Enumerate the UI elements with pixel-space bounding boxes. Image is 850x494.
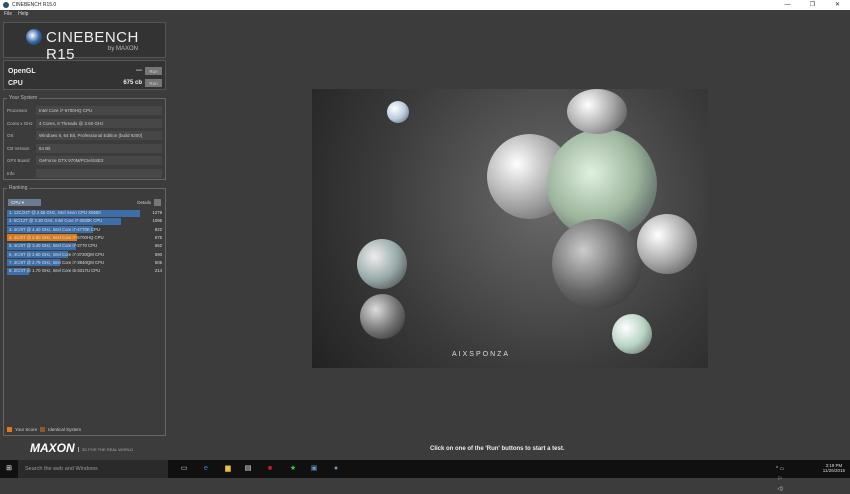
field-value: Windows 8, 64 Bit, Professional Edition … bbox=[36, 131, 162, 140]
system-field: Processor Intel Core i7-6700HQ CPU bbox=[7, 106, 162, 115]
footer: MAXON 3D FOR THE REAL WORLD Click on one… bbox=[30, 441, 565, 455]
field-label: OS bbox=[7, 133, 14, 138]
ranking-row[interactable]: 1. 12C/24T @ 2.66 GHz, Intel Xeon CPU X5… bbox=[7, 209, 162, 217]
your-system-section: Your System Processor Intel Core i7-6700H… bbox=[3, 95, 166, 180]
menu-help[interactable]: Help bbox=[18, 10, 28, 19]
opengl-run-button[interactable]: Run bbox=[145, 67, 162, 75]
details-toggle[interactable]: Details bbox=[137, 199, 161, 206]
status-text: Click on one of the 'Run' buttons to sta… bbox=[430, 446, 565, 452]
maxon-logo: MAXON bbox=[30, 441, 75, 455]
cpu-row: CPU 675 cb Run bbox=[8, 78, 162, 88]
taskbar-search[interactable]: Search the web and Windows bbox=[18, 460, 168, 478]
ranking-row[interactable]: 7. 4C/8T @ 2.79 GHz, Intel Core i7-3840Q… bbox=[7, 259, 162, 267]
app-green-icon[interactable]: ★ bbox=[288, 464, 298, 474]
field-value: 64 Bit bbox=[36, 143, 162, 153]
system-field: CB Version 64 Bit bbox=[7, 143, 162, 153]
field-value: Intel Core i7-6700HQ CPU bbox=[36, 106, 162, 115]
maximize-button[interactable]: ❐ bbox=[800, 0, 825, 10]
ranking-row[interactable]: 2. 6C/12T @ 3.30 GHz, Intel Core i7-3930… bbox=[7, 217, 162, 225]
menu-bar: File Help bbox=[0, 10, 850, 19]
cpu-score: 675 cb bbox=[123, 80, 142, 86]
ranking-label: 6. 4C/8T @ 2.60 GHz, Intel Core i7-3720Q… bbox=[9, 251, 105, 257]
ranking-dropdown[interactable]: CPU ▾ bbox=[8, 199, 41, 206]
window-title: CINEBENCH R15.0 bbox=[12, 2, 57, 8]
identical-system-swatch bbox=[40, 427, 46, 432]
ranking-label: 2. 6C/12T @ 3.30 GHz, Intel Core i7-3930… bbox=[9, 218, 103, 224]
cpu-run-button[interactable]: Run bbox=[145, 79, 162, 87]
logo-sphere-icon bbox=[26, 29, 42, 45]
ranking-row[interactable]: 3. 4C/8T @ 4.40 GHz, Intel Core i7-4770K… bbox=[7, 226, 162, 234]
clock[interactable]: 3:19 PM 11/26/2015 bbox=[823, 463, 845, 473]
ranking-label: 8. 2C/4T @ 1.70 GHz, Intel Core i5-3317U… bbox=[9, 268, 101, 274]
app-red-icon[interactable]: ■ bbox=[265, 464, 275, 474]
menu-file[interactable]: File bbox=[4, 10, 12, 19]
close-button[interactable]: ✕ bbox=[825, 0, 850, 10]
system-field: Cores x GHz 4 Cores, 8 Threads @ 2.60 GHz bbox=[7, 118, 162, 128]
field-value: 4 Cores, 8 Threads @ 2.60 GHz bbox=[36, 118, 162, 128]
ranking-score: 505 bbox=[154, 259, 162, 265]
opengl-row: OpenGL --- Run bbox=[8, 66, 162, 76]
field-label: Processor bbox=[7, 108, 28, 113]
ranking-label: 4. 4C/8T @ 2.60 GHz, Intel Core i7-6700H… bbox=[9, 234, 104, 240]
ranking-score: 590 bbox=[154, 251, 162, 257]
store-icon[interactable]: ▤ bbox=[243, 464, 253, 474]
ranking-score: 675 bbox=[154, 234, 162, 240]
edge-icon[interactable]: e bbox=[201, 464, 211, 474]
start-button-windows-icon[interactable]: ⊞ bbox=[4, 464, 14, 474]
details-button[interactable] bbox=[154, 199, 161, 206]
taskbar: ⊞ Search the web and Windows ▭ e ▆ ▤ ■ ★… bbox=[0, 460, 850, 492]
minimize-button[interactable]: — bbox=[775, 0, 800, 10]
task-view-icon[interactable]: ▭ bbox=[179, 464, 189, 474]
left-panel: CINEBENCH R15 by MAXON OpenGL --- Run CP… bbox=[3, 20, 166, 437]
aixsponza-logo: AIXSPONZA bbox=[452, 351, 511, 358]
ranking-score: 214 bbox=[154, 268, 162, 274]
field-value: GeForce GTX 970M/PCIe/SSE2 bbox=[36, 156, 162, 165]
ranking-label: 7. 4C/8T @ 2.79 GHz, Intel Core i7-3840Q… bbox=[9, 259, 105, 265]
field-value bbox=[36, 168, 162, 178]
ranking-row[interactable]: 5. 4C/8T @ 3.40 GHz, Intel Core i7-3770 … bbox=[7, 242, 162, 250]
ranking-score: 662 bbox=[154, 243, 162, 249]
field-label: Info bbox=[7, 170, 15, 176]
field-label: Cores x GHz bbox=[7, 120, 33, 126]
cinebench-taskbar-icon[interactable]: ● bbox=[331, 464, 341, 474]
app-icon bbox=[3, 2, 9, 8]
your-score-swatch bbox=[7, 427, 12, 432]
render-viewport: AIXSPONZA bbox=[312, 89, 708, 368]
ranking-label: 1. 12C/24T @ 2.66 GHz, Intel Xeon CPU X5… bbox=[9, 210, 101, 215]
file-explorer-icon[interactable]: ▆ bbox=[223, 464, 233, 474]
ranking-score: 1279 bbox=[152, 210, 162, 215]
system-field: OS Windows 8, 64 Bit, Professional Editio… bbox=[7, 131, 162, 140]
ranking-score: 1096 bbox=[152, 218, 162, 224]
ranking-row[interactable]: 4. 4C/8T @ 2.60 GHz, Intel Core i7-6700H… bbox=[7, 234, 162, 242]
tray-icons[interactable]: ^ ▭ ⚐ ◁) bbox=[775, 464, 785, 492]
ranking-label: 3. 4C/8T @ 4.40 GHz, Intel Core i7-4770K… bbox=[9, 226, 100, 232]
cinebench-logo: CINEBENCH R15 by MAXON bbox=[3, 22, 166, 63]
ranking-row[interactable]: 8. 2C/4T @ 1.70 GHz, Intel Core i5-3317U… bbox=[7, 267, 162, 275]
field-label: GFX Board bbox=[7, 158, 30, 163]
opengl-score: --- bbox=[136, 68, 142, 74]
ranking-row[interactable]: 6. 4C/8T @ 2.60 GHz, Intel Core i7-3720Q… bbox=[7, 251, 162, 259]
app-pcs-icon[interactable]: ▣ bbox=[309, 464, 319, 474]
system-field: GFX Board GeForce GTX 970M/PCIe/SSE2 bbox=[7, 156, 162, 165]
title-bar: CINEBENCH R15.0 — ❐ ✕ bbox=[0, 0, 850, 10]
score-panel: OpenGL --- Run CPU 675 cb Run bbox=[3, 60, 166, 90]
system-field: Info bbox=[7, 168, 162, 178]
ranking-score: 822 bbox=[154, 226, 162, 232]
field-label: CB Version bbox=[7, 145, 30, 151]
ranking-label: 5. 4C/8T @ 3.40 GHz, Intel Core i7-3770 … bbox=[9, 243, 98, 249]
ranking-legend: Your Score Identical System bbox=[7, 427, 81, 432]
ranking-section: Ranking CPU ▾ Details 1. 12C/24T @ 2.66 … bbox=[3, 185, 166, 436]
